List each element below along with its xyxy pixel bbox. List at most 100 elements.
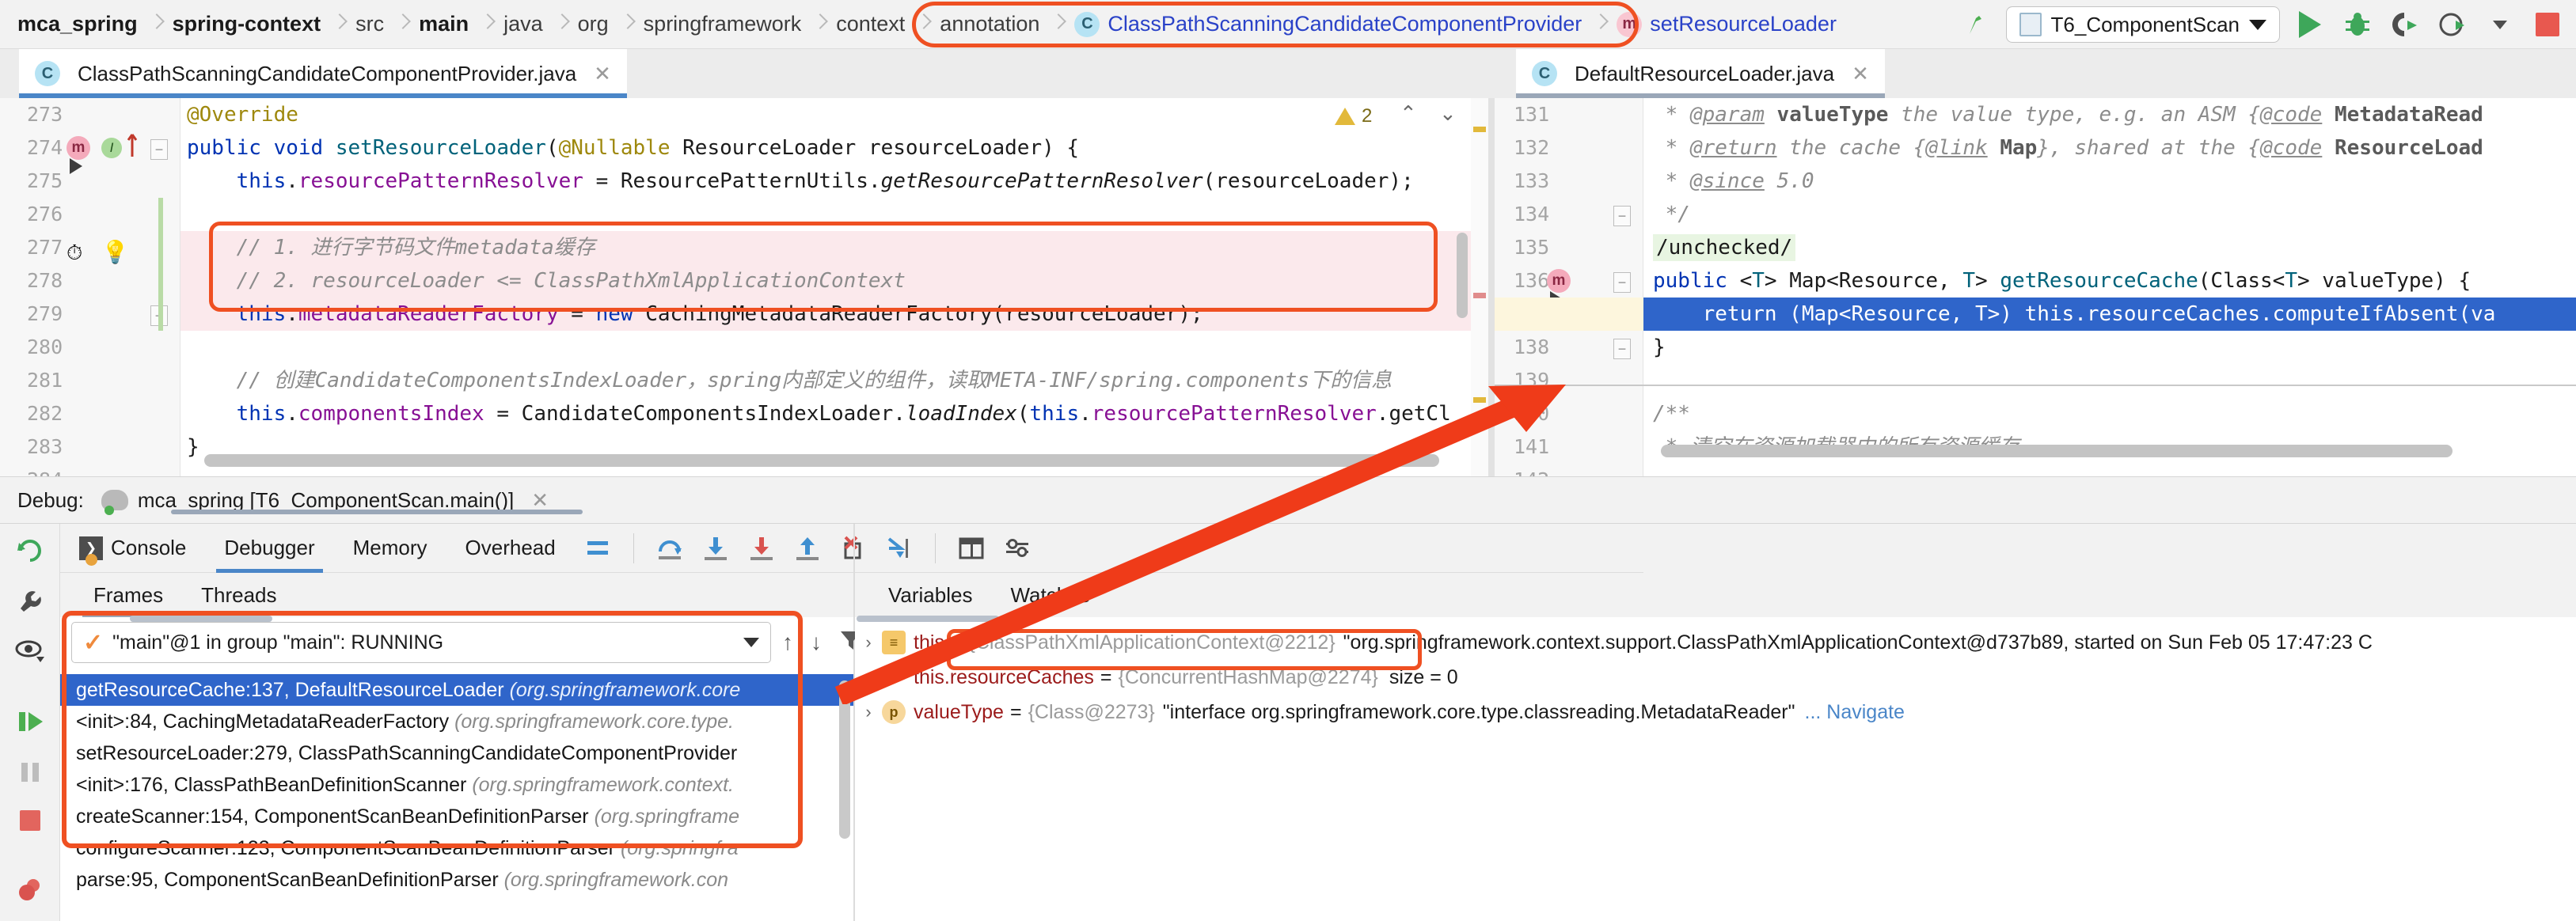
- breadcrumb-item-context[interactable]: context: [825, 0, 916, 49]
- run-to-cursor-icon[interactable]: [881, 530, 918, 567]
- breadcrumb-item-module[interactable]: spring-context: [161, 0, 332, 49]
- frames-list[interactable]: getResourceCache:137, DefaultResourceLoa…: [60, 674, 853, 921]
- breadcrumb-item-method[interactable]: m setResourceLoader: [1605, 0, 1848, 49]
- console-icon: ❯: [79, 536, 103, 566]
- editor-horizontal-scrollbar[interactable]: [1661, 445, 2453, 457]
- breadcrumb-item-org[interactable]: org: [567, 0, 620, 49]
- navigate-link[interactable]: ... Navigate: [1795, 695, 1905, 730]
- variable-row-resourcecaches[interactable]: ∞ this.resourceCaches = {ConcurrentHashM…: [855, 660, 1457, 695]
- editor-right-pane[interactable]: 131 132 133 134 135 136 137 138 139 140 …: [1495, 98, 2576, 476]
- editor-left-gutter[interactable]: 273 274 275 276 277 278 279 280 281 282 …: [0, 98, 180, 476]
- tab-threads[interactable]: Threads: [182, 573, 295, 617]
- run-play-icon[interactable]: [2293, 7, 2327, 42]
- tab-defaultresourceloader[interactable]: C DefaultResourceLoader.java ✕: [1516, 49, 1885, 98]
- frame-row[interactable]: <init>:176, ClassPathBeanDefinitionScann…: [60, 769, 853, 801]
- line-number: 131: [1514, 103, 1550, 126]
- editor-splitter[interactable]: [1488, 98, 1495, 476]
- frames-up-icon[interactable]: ↑: [782, 630, 793, 655]
- show-execution-point-icon[interactable]: [579, 530, 616, 567]
- frame-row[interactable]: getResourceCache:137, DefaultResourceLoa…: [60, 674, 853, 706]
- close-icon[interactable]: ✕: [531, 488, 549, 513]
- tab-frames[interactable]: Frames: [74, 573, 182, 617]
- evaluate-expression-icon[interactable]: [953, 530, 990, 567]
- code-line: public <T> Map<Resource, T> getResourceC…: [1653, 269, 2472, 293]
- breadcrumb-item-main[interactable]: main: [408, 0, 480, 49]
- resume-program-icon[interactable]: [11, 706, 49, 737]
- code-line: this.resourcePatternResolver = ResourceP…: [236, 169, 1414, 193]
- fold-collapse-icon[interactable]: −: [1613, 339, 1631, 359]
- idea-window: mca_spring spring-context src main java …: [0, 0, 2576, 921]
- method-breakpoint-icon[interactable]: m: [66, 136, 90, 160]
- tab-watches[interactable]: Watches: [991, 573, 1108, 617]
- breadcrumb-item-project[interactable]: mca_spring: [6, 0, 149, 49]
- debug-bug-icon[interactable]: [2340, 7, 2375, 42]
- breadcrumb-item-annotation[interactable]: annotation: [929, 0, 1051, 49]
- fold-collapse-icon[interactable]: −: [1613, 206, 1631, 226]
- tab-memory[interactable]: Memory: [334, 524, 446, 573]
- step-out-icon[interactable]: [789, 530, 826, 567]
- frames-down-icon[interactable]: ↓: [811, 630, 822, 655]
- editor-left-pane[interactable]: 273 274 275 276 277 278 279 280 281 282 …: [0, 98, 1488, 476]
- step-into-icon[interactable]: [697, 530, 734, 567]
- frame-row[interactable]: parse:95, ComponentScanBeanDefinitionPar…: [60, 864, 853, 896]
- expand-chevron-icon[interactable]: ›: [855, 625, 882, 660]
- line-number: 282: [27, 402, 63, 425]
- editor-horizontal-scrollbar[interactable]: [204, 454, 1439, 467]
- breadcrumb-item-java[interactable]: java: [492, 0, 554, 49]
- code-line: /**: [1653, 402, 1690, 426]
- line-number: 139: [1514, 369, 1550, 392]
- intention-bulb-icon[interactable]: 💡: [101, 239, 129, 265]
- breadcrumb-item-src[interactable]: src: [344, 0, 395, 49]
- close-icon[interactable]: ✕: [594, 62, 611, 86]
- frame-row[interactable]: configureScanner:123, ComponentScanBeanD…: [60, 832, 853, 864]
- variable-row-this[interactable]: › ≡ this = {ClassPathXmlApplicationConte…: [855, 625, 2373, 660]
- force-step-into-icon[interactable]: [743, 530, 780, 567]
- profiler-icon[interactable]: [2435, 7, 2470, 42]
- view-breakpoints-dot-icon[interactable]: [11, 875, 49, 905]
- profiler-dropdown-icon[interactable]: [2483, 7, 2517, 42]
- breakpoint-clock-icon[interactable]: ⏱: [66, 241, 82, 266]
- frame-row[interactable]: <init>:84, CachingMetadataReaderFactory …: [60, 706, 853, 737]
- chevron-down-icon[interactable]: [743, 638, 759, 647]
- settings-wrench-icon[interactable]: [11, 587, 49, 617]
- prev-highlight-icon[interactable]: ⌃: [1400, 101, 1417, 126]
- editor-marker-strip[interactable]: [1471, 98, 1488, 476]
- implements-marker-icon[interactable]: I: [101, 138, 122, 158]
- run-with-coverage-icon[interactable]: [2388, 7, 2422, 42]
- frame-row[interactable]: createScanner:154, ComponentScanBeanDefi…: [60, 801, 853, 832]
- tab-variables[interactable]: Variables: [869, 573, 991, 617]
- breadcrumb-method-label: setResourceLoader: [1650, 12, 1837, 36]
- settings-icon[interactable]: [999, 530, 1035, 567]
- frame-row[interactable]: setResourceLoader:279, ClassPathScanning…: [60, 737, 853, 769]
- fold-collapse-icon[interactable]: −: [150, 139, 168, 160]
- thread-selector[interactable]: ✓ "main"@1 in group "main": RUNNING: [71, 622, 771, 663]
- fold-collapse-icon[interactable]: −: [1613, 272, 1631, 293]
- editor-vertical-scrollbar[interactable]: [1457, 233, 1468, 318]
- close-icon[interactable]: ✕: [1852, 62, 1869, 86]
- stop-icon[interactable]: [2530, 7, 2565, 42]
- method-breakpoint-icon[interactable]: m: [1547, 269, 1571, 293]
- code-line: }: [187, 435, 199, 459]
- expand-chevron-icon[interactable]: ›: [855, 695, 882, 730]
- tab-debugger[interactable]: Debugger: [205, 524, 333, 573]
- stop-program-icon[interactable]: [11, 807, 49, 834]
- view-breakpoints-icon[interactable]: [11, 638, 49, 665]
- frame-package: (org.springframework.core: [509, 679, 741, 701]
- editor-right-gutter[interactable]: 131 132 133 134 135 136 137 138 139 140 …: [1495, 98, 1643, 476]
- next-highlight-icon[interactable]: ⌄: [1439, 101, 1457, 126]
- pause-program-icon[interactable]: [11, 758, 49, 786]
- rerun-icon[interactable]: [11, 535, 49, 567]
- frame-method: parse:95, ComponentScanBeanDefinitionPar…: [76, 869, 499, 891]
- debug-session-tab[interactable]: mca_spring [T6_ComponentScan.main()] ✕: [101, 488, 583, 515]
- breadcrumb-item-springframework[interactable]: springframework: [633, 0, 813, 49]
- tab-console[interactable]: ❯ Console: [60, 524, 205, 573]
- build-hammer-icon[interactable]: [1959, 7, 1993, 42]
- tab-classpathscanningcandidatecomponentprovider[interactable]: C ClassPathScanningCandidateComponentPro…: [19, 49, 627, 98]
- run-configuration-selector[interactable]: T6_ComponentScan: [2005, 6, 2280, 43]
- tab-overhead[interactable]: Overhead: [446, 524, 575, 573]
- frames-vertical-scrollbar[interactable]: [839, 680, 850, 839]
- editor-warning-indicator[interactable]: 2: [1335, 105, 1372, 127]
- variable-row-valuetype[interactable]: › p valueType = {Class@2273} "interface …: [855, 695, 1905, 730]
- step-over-icon[interactable]: [652, 530, 688, 567]
- breadcrumb-item-class[interactable]: C ClassPathScanningCandidateComponentPro…: [1063, 0, 1593, 49]
